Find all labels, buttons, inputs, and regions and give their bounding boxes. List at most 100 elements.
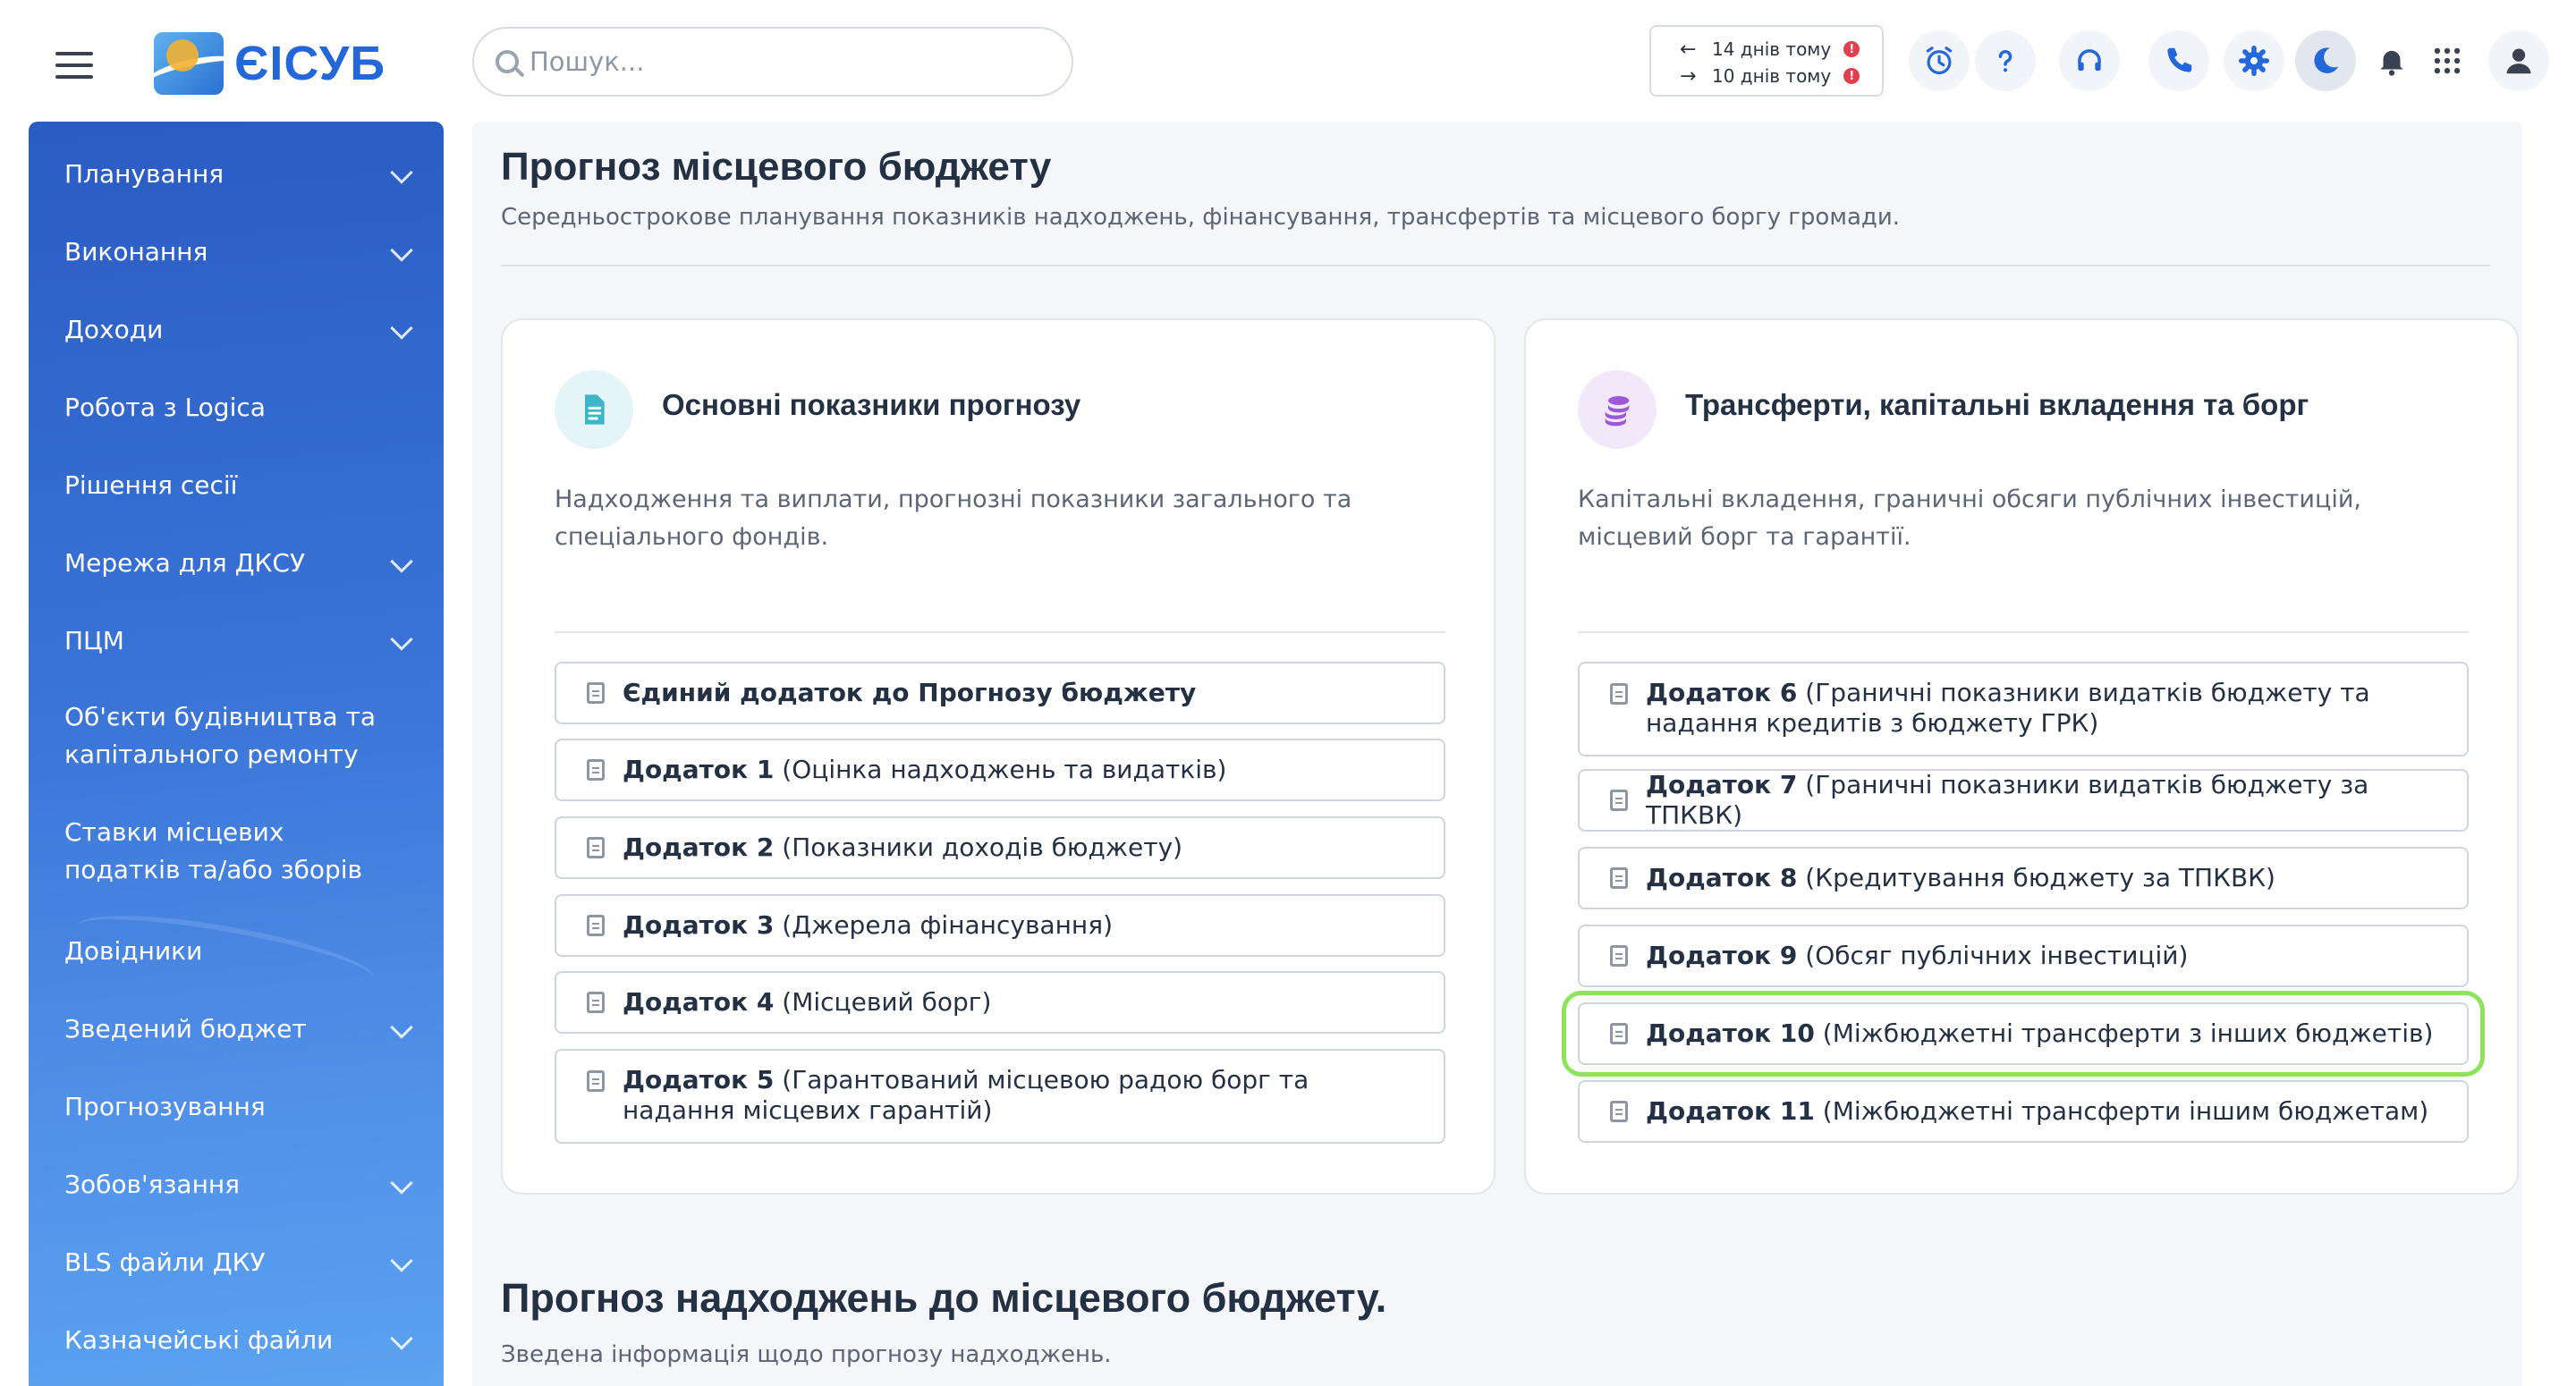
button-label: Додаток 3 (Джерела фінансування) — [623, 910, 1113, 940]
sidebar-item-construction-objects[interactable]: Об'єкти будівництва та капітального ремо… — [29, 698, 444, 773]
page-subtitle: Середньострокове планування показників н… — [501, 204, 1901, 231]
appendix-7-button[interactable]: Додаток 7 (Граничні показники видатків б… — [1578, 769, 2469, 832]
document-icon — [585, 394, 605, 425]
headset-icon — [2078, 49, 2101, 72]
chevron-down-icon — [390, 239, 413, 262]
sidebar-item-forecasting[interactable]: Прогнозування — [29, 1088, 444, 1126]
user-menu-button[interactable] — [2488, 30, 2549, 91]
logo-text: ЄІСУБ — [234, 37, 386, 90]
sidebar-item-obligations[interactable]: Зобов'язання — [29, 1166, 444, 1204]
document-icon — [587, 915, 605, 936]
appendix-8-button[interactable]: Додаток 8 (Кредитування бюджету за ТПКВК… — [1578, 847, 2469, 909]
search-input[interactable] — [530, 46, 1048, 77]
card-title: Трансферти, капітальні вкладення та борг — [1685, 388, 2309, 421]
appendix-10-button[interactable]: Додаток 10 (Міжбюджетні трансферти з інш… — [1578, 1002, 2469, 1065]
arrow-left-icon: ← — [1680, 38, 1697, 61]
sidebar-item-label: BLS файли ДКУ — [64, 1247, 266, 1277]
gear-icon — [2238, 45, 2270, 77]
chevron-down-icon — [390, 1171, 413, 1195]
document-icon — [587, 759, 605, 781]
document-icon — [587, 1070, 605, 1092]
phone-button[interactable] — [2148, 30, 2209, 91]
document-icon — [587, 837, 605, 858]
button-label: Додаток 6 (Граничні показники видатків б… — [1646, 678, 2370, 738]
help-icon — [1998, 50, 2012, 72]
document-icon — [1610, 1023, 1628, 1044]
sidebar-item-pcm[interactable]: ПЦМ — [29, 622, 444, 660]
appendix-5-button[interactable]: Додаток 5 (Гарантований місцевою радою б… — [555, 1049, 1445, 1144]
divider — [1578, 631, 2469, 633]
sidebar-item-label: Ставки місцевих податків та/або зборів — [64, 817, 363, 884]
document-icon — [1610, 867, 1628, 889]
sidebar-item-planning[interactable]: Планування — [29, 156, 444, 193]
bell-icon — [2380, 50, 2403, 76]
single-appendix-button[interactable]: Єдиний додаток до Прогнозу бюджету — [555, 662, 1445, 724]
sidebar-item-label: Мережа для ДКСУ — [64, 548, 306, 578]
recent-item-label: 14 днів тому — [1712, 38, 1832, 60]
document-icon — [1610, 683, 1628, 705]
settings-button[interactable] — [2224, 30, 2284, 91]
sidebar-item-directories[interactable]: Довідники — [29, 933, 444, 970]
appendix-9-button[interactable]: Додаток 9 (Обсяг публічних інвестицій) — [1578, 925, 2469, 987]
support-button[interactable] — [2059, 30, 2120, 91]
sidebar-item-label: Казначейські файли — [64, 1325, 334, 1355]
document-icon — [1610, 790, 1628, 811]
appendix-3-button[interactable]: Додаток 3 (Джерела фінансування) — [555, 894, 1445, 957]
appendix-4-button[interactable]: Додаток 4 (Місцевий борг) — [555, 971, 1445, 1034]
sidebar-item-treasury-files[interactable]: Казначейські файли — [29, 1322, 444, 1359]
sidebar-item-execution[interactable]: Виконання — [29, 233, 444, 271]
button-label: Додаток 7 (Граничні показники видатків б… — [1646, 770, 2369, 830]
sidebar-item-label: ПЦМ — [64, 626, 124, 655]
sidebar-item-session-decisions[interactable]: Рішення сесії — [29, 467, 444, 504]
menu-toggle-icon[interactable] — [55, 52, 93, 79]
apps-button[interactable] — [2417, 30, 2478, 91]
appendix-11-button[interactable]: Додаток 11 (Міжбюджетні трансферти іншим… — [1578, 1080, 2469, 1143]
top-bar: ЄІСУБ ← 14 днів тому ! → 10 днів тому ! — [0, 0, 2576, 122]
sidebar-item-tax-rates[interactable]: Ставки місцевих податків та/або зборів — [29, 814, 444, 889]
sidebar-item-dksu-network[interactable]: Мережа для ДКСУ — [29, 545, 444, 582]
divider — [555, 631, 1445, 633]
help-button[interactable] — [1975, 30, 2036, 91]
recent-item-back[interactable]: ← 14 днів тому ! — [1680, 36, 1882, 63]
card-icon-wrap — [1578, 370, 1657, 449]
appendix-6-button[interactable]: Додаток 6 (Граничні показники видатків б… — [1578, 662, 2469, 756]
coins-icon — [1605, 396, 1630, 427]
sidebar-item-consolidated-budget[interactable]: Зведений бюджет — [29, 1010, 444, 1048]
sidebar-item-label: Зобов'язання — [64, 1170, 241, 1199]
sidebar: Планування Виконання Доходи Робота з Log… — [29, 122, 444, 1386]
chevron-down-icon — [390, 1327, 413, 1350]
sidebar-item-label: Об'єкти будівництва та капітального ремо… — [64, 702, 377, 769]
recent-item-label: 10 днів тому — [1712, 65, 1832, 87]
recent-visits-widget[interactable]: ← 14 днів тому ! → 10 днів тому ! — [1649, 25, 1884, 97]
chevron-down-icon — [390, 1249, 413, 1272]
alarm-clock-icon — [1926, 46, 1953, 75]
button-label: Додаток 10 (Міжбюджетні трансферти з інш… — [1646, 1018, 2434, 1048]
button-label: Додаток 2 (Показники доходів бюджету) — [623, 832, 1183, 862]
recent-item-forward[interactable]: → 10 днів тому ! — [1680, 63, 1882, 89]
sidebar-item-bls-files[interactable]: BLS файли ДКУ — [29, 1244, 444, 1281]
search-box[interactable] — [472, 27, 1073, 97]
alarm-clock-button[interactable] — [1909, 30, 1970, 91]
button-label: Додаток 5 (Гарантований місцевою радою б… — [623, 1065, 1309, 1125]
chevron-down-icon — [390, 550, 413, 573]
moon-icon — [2314, 47, 2339, 73]
sidebar-item-logica[interactable]: Робота з Logica — [29, 389, 444, 427]
appendix-2-button[interactable]: Додаток 2 (Показники доходів бюджету) — [555, 816, 1445, 879]
card-description: Капітальні вкладення, граничні обсяги пу… — [1578, 486, 2361, 551]
notifications-button[interactable] — [2361, 30, 2422, 91]
sidebar-item-label: Планування — [64, 159, 225, 189]
alert-badge: ! — [1843, 41, 1860, 57]
page-title: Прогноз місцевого бюджету — [501, 145, 1052, 189]
search-icon — [496, 50, 519, 73]
button-label: Додаток 8 (Кредитування бюджету за ТПКВК… — [1646, 863, 2275, 892]
appendix-1-button[interactable]: Додаток 1 (Оцінка надходжень та видатків… — [555, 739, 1445, 801]
dark-mode-toggle[interactable] — [2295, 30, 2356, 91]
phone-icon — [2167, 47, 2192, 72]
sidebar-item-label: Прогнозування — [64, 1092, 266, 1121]
sidebar-item-label: Рішення сесії — [64, 470, 238, 500]
sidebar-item-revenues[interactable]: Доходи — [29, 311, 444, 349]
button-label: Додаток 11 (Міжбюджетні трансферти іншим… — [1646, 1096, 2429, 1126]
document-icon — [1610, 945, 1628, 967]
app-logo[interactable]: ЄІСУБ — [154, 32, 386, 95]
button-label: Додаток 4 (Місцевий борг) — [623, 987, 992, 1017]
